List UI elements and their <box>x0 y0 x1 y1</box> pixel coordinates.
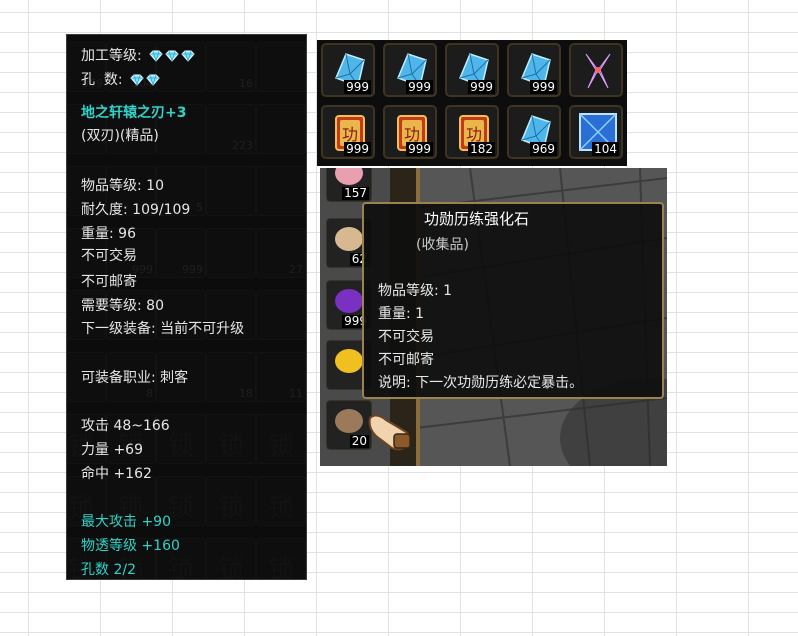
inventory-slot[interactable]: 104 <box>569 105 623 159</box>
equip-job: 可装备职业: 刺客 <box>81 370 189 386</box>
inventory-slot[interactable]: 999 <box>321 43 375 97</box>
inventory-slot[interactable] <box>569 43 623 97</box>
item-count: 999 <box>406 80 433 94</box>
refine-level-row: 加工等级: <box>81 47 196 65</box>
item-count: 999 <box>530 80 557 94</box>
item-count: 157 <box>342 186 369 200</box>
item-count: 999 <box>344 142 371 156</box>
socket-gems <box>129 71 161 89</box>
item-tooltip: 功勋历练强化石 (收集品) 物品等级: 1 重量: 1 不可交易 不可邮寄 说明… <box>362 202 664 399</box>
hit-stat: 命中 +162 <box>81 466 152 482</box>
untradeable: 不可交易 <box>81 248 137 264</box>
unmailable: 不可邮寄 <box>81 274 137 290</box>
diamond-icon <box>165 50 179 62</box>
required-level: 需要等级: 80 <box>81 298 164 314</box>
item-count: 999 <box>468 80 495 94</box>
penetration-stat: 物透等级 +160 <box>81 538 180 554</box>
item-count: 969 <box>530 142 557 156</box>
inventory-slot[interactable]: 999 <box>507 43 561 97</box>
attack-stat: 攻击 48~166 <box>81 418 170 434</box>
tooltip-title: 功勋历练强化石 <box>424 210 530 228</box>
sockets-row: 孔 数: <box>81 71 161 89</box>
tooltip-category: (收集品) <box>416 237 469 253</box>
item-count: 182 <box>468 142 495 156</box>
inventory-slot[interactable]: 功 999 <box>321 105 375 159</box>
pointer-hand-icon <box>366 410 416 458</box>
refine-level-label: 加工等级: <box>81 48 142 64</box>
diamond-icon <box>149 50 163 62</box>
game-scene: 157 62 999 20 功勋历练强化石 (收集品) 物品等级: 1 重量: 1 不… <box>320 168 667 466</box>
inventory-slot[interactable]: 969 <box>507 105 561 159</box>
item-count: 104 <box>592 142 619 156</box>
weight: 重量: 96 <box>81 226 136 242</box>
durability: 耐久度: 109/109 <box>81 202 191 218</box>
max-attack-stat: 最大攻击 +90 <box>81 514 171 530</box>
diamond-icon <box>181 50 195 62</box>
inventory-strip: 999 999 999 999 功 999 功 999 功 182 969 104 <box>317 40 627 166</box>
item-count: 999 <box>406 142 433 156</box>
item-count: 999 <box>344 80 371 94</box>
tooltip-untradeable: 不可交易 <box>378 329 434 345</box>
tooltip-unmailable: 不可邮寄 <box>378 352 434 368</box>
diamond-icon <box>146 74 160 86</box>
item-type: (双刃)(精品) <box>81 128 159 144</box>
diamond-icon <box>130 74 144 86</box>
tooltip-item-level: 物品等级: 1 <box>378 283 453 299</box>
item-level: 物品等级: 10 <box>81 178 164 194</box>
next-upgrade: 下一级装备: 当前不可升级 <box>81 321 245 337</box>
equipment-tooltip: 加工等级: 孔 数: 地之轩辕之刃+3 (双刃)(精品) 物品等级: 10 耐久… <box>66 34 307 580</box>
inventory-slot[interactable]: 功 999 <box>383 105 437 159</box>
equipment-tooltip-panel: 9691041622359999992781811锁锁锁锁锁锁锁锁锁锁锁锁锁锁锁… <box>66 34 307 580</box>
item-name: 地之轩辕之刃+3 <box>81 105 187 121</box>
strength-stat: 力量 +69 <box>81 442 143 458</box>
refine-gems <box>148 47 196 65</box>
sockets-label: 孔 数: <box>81 72 123 88</box>
inventory-slot[interactable]: 999 <box>383 43 437 97</box>
inventory-slot[interactable]: 999 <box>445 43 499 97</box>
side-inventory-slot[interactable]: 157 <box>326 168 372 202</box>
sockets-stat: 孔数 2/2 <box>81 562 136 578</box>
tooltip-weight: 重量: 1 <box>378 306 425 322</box>
tooltip-description: 说明: 下一次功勋历练必定暴击。 <box>378 375 584 391</box>
inventory-slot[interactable]: 功 182 <box>445 105 499 159</box>
